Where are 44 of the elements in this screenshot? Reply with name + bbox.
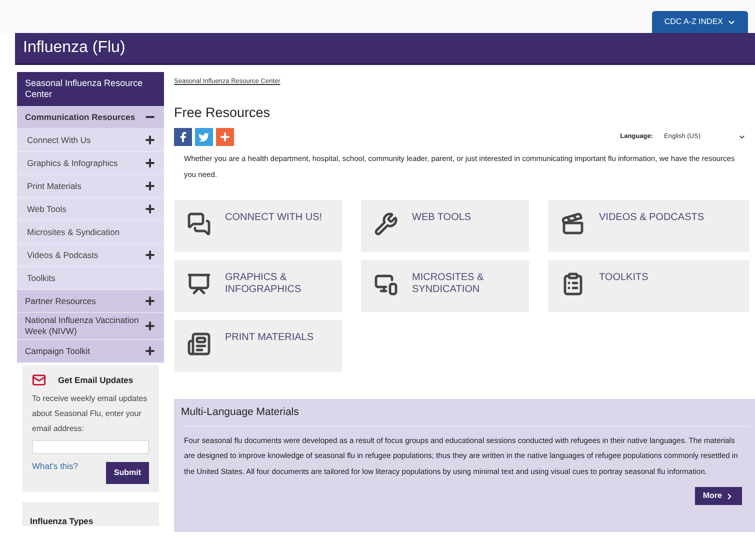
- add-share-button[interactable]: [216, 128, 234, 146]
- envelope-icon: [32, 373, 46, 387]
- clipboard-icon: [561, 272, 585, 296]
- resource-tile[interactable]: CONNECT WITH US!: [174, 200, 342, 252]
- newspaper-icon: [187, 332, 211, 356]
- more-button[interactable]: More: [694, 487, 742, 506]
- sidebar-subitem[interactable]: Toolkits: [27, 272, 56, 284]
- expand-icon[interactable]: [144, 345, 156, 357]
- page-heading: Free Resources: [174, 104, 272, 122]
- bird-logo-icon: [198, 131, 210, 143]
- chevron-down-icon: [738, 133, 746, 141]
- site-title: Influenza (Flu): [23, 38, 126, 58]
- chevron-right-icon: [725, 492, 734, 501]
- expand-icon[interactable]: [144, 157, 156, 169]
- whats-this-link[interactable]: What's this?: [32, 460, 78, 473]
- sidebar-subitem[interactable]: Web Tools: [27, 202, 66, 216]
- expand-icon[interactable]: [144, 249, 156, 261]
- expand-icon[interactable]: [144, 180, 156, 192]
- sidebar-heading[interactable]: Seasonal Influenza Resource Center: [17, 72, 164, 106]
- expand-icon[interactable]: [144, 320, 156, 332]
- expand-icon[interactable]: [144, 134, 156, 146]
- chat-bubbles-icon: [187, 212, 211, 236]
- resource-tile[interactable]: PRINT MATERIALS: [174, 320, 342, 372]
- panel-title: Influenza Types: [30, 516, 94, 526]
- resource-tile[interactable]: MICROSITES & SYNDICATION: [361, 260, 529, 312]
- devices-icon: [374, 272, 398, 296]
- clapperboard-icon: [561, 212, 585, 236]
- resource-tile[interactable]: TOOLKITS: [548, 260, 749, 312]
- email-panel-text: To receive weekly email updates about Seasonal Flu, enter your email address:: [32, 393, 148, 435]
- email-input-field[interactable]: [32, 440, 149, 454]
- resource-tile[interactable]: GRAPHICS & INFOGRAPHICS: [174, 260, 342, 312]
- expand-icon[interactable]: [144, 203, 156, 215]
- resource-tile[interactable]: WEB TOOLS: [361, 200, 529, 252]
- expand-icon[interactable]: [144, 295, 156, 307]
- twitter-share-button[interactable]: [195, 128, 213, 146]
- plus-icon: [219, 131, 231, 143]
- resource-tile[interactable]: VIDEOS & PODCASTS: [548, 200, 749, 252]
- easel-icon: [187, 272, 211, 296]
- panel-heading: Multi-Language Materials: [181, 405, 750, 427]
- facebook-share-button[interactable]: [174, 128, 192, 146]
- wrench-icon: [374, 212, 398, 236]
- submit-button[interactable]: Submit: [106, 462, 149, 484]
- email-panel-title: Get Email Updates: [58, 374, 134, 386]
- index-dropdown-button[interactable]: CDC A-Z INDEX: [652, 11, 748, 33]
